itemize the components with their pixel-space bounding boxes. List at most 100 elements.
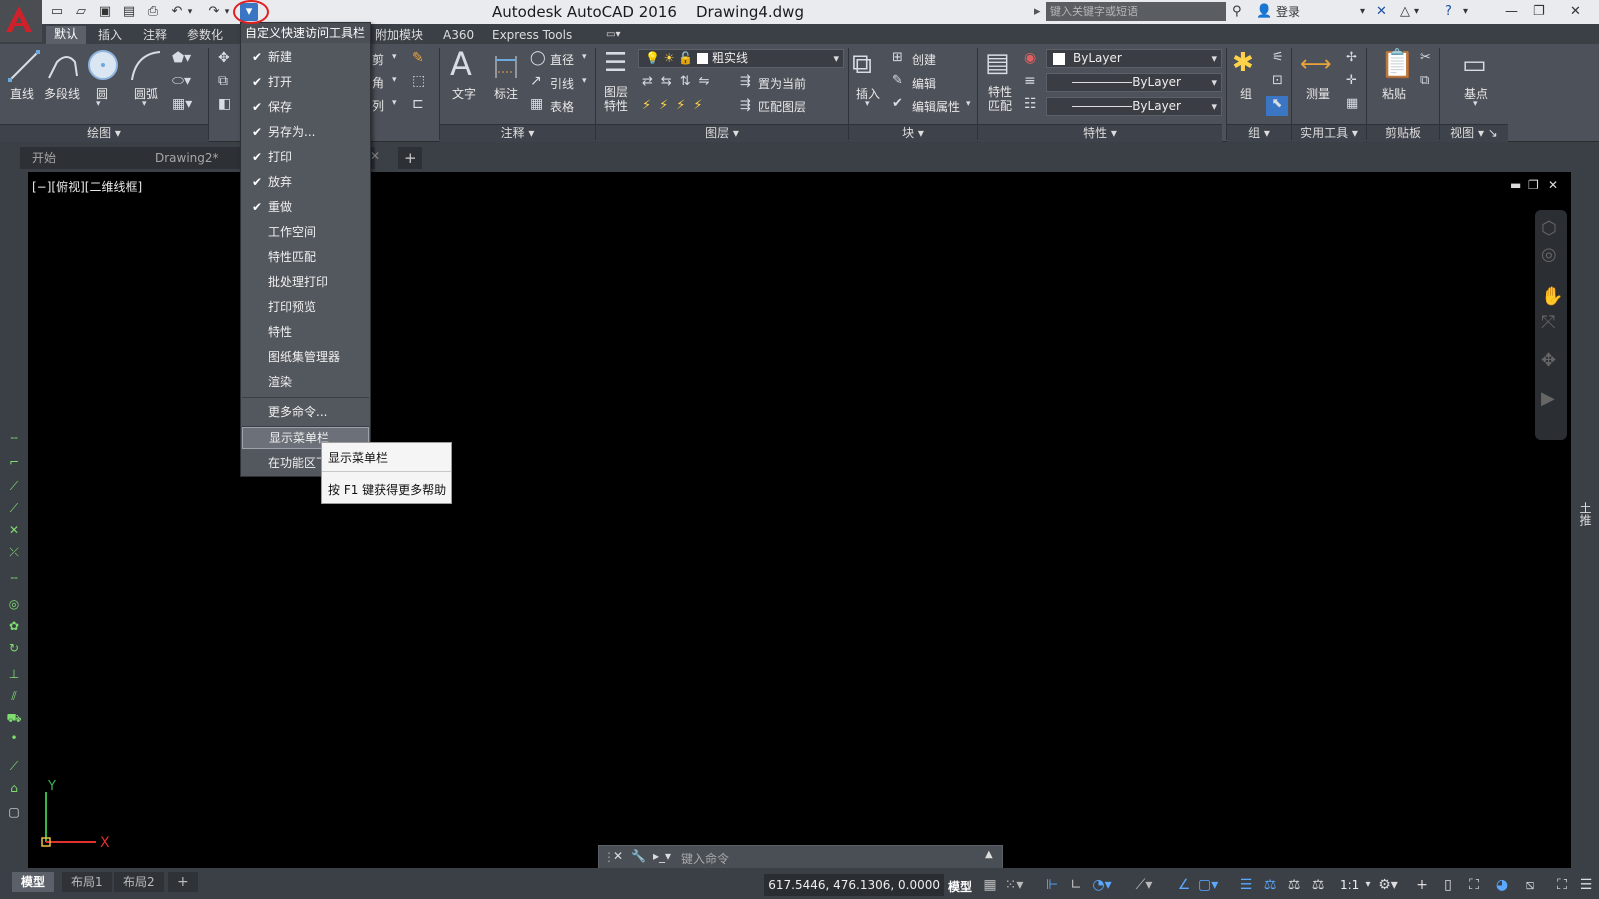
- array-dropdown-icon[interactable]: ▾: [392, 98, 397, 108]
- table-label[interactable]: 表格: [550, 98, 574, 115]
- menu-item-open[interactable]: ✔ 打开: [242, 70, 369, 95]
- diameter-dropdown-icon[interactable]: ▾: [582, 52, 587, 62]
- block-left-icon[interactable]: ⛟: [6, 710, 22, 726]
- menu-item-save-as[interactable]: ✔ 另存为...: [242, 120, 369, 145]
- point-icon[interactable]: ✢: [1346, 50, 1357, 65]
- text-tool-icon[interactable]: A: [450, 46, 472, 82]
- binoculars-icon[interactable]: ⚲: [1232, 2, 1242, 22]
- edit-block-icon[interactable]: ✎: [892, 73, 903, 88]
- copy-icon[interactable]: ⧉: [218, 73, 228, 89]
- edit-attribute-label[interactable]: 编辑属性: [912, 98, 960, 115]
- group-select-icon[interactable]: ⬉: [1266, 96, 1288, 116]
- viewport-close-icon[interactable]: ✕: [1548, 178, 1558, 192]
- menu-item-sheetset-manager[interactable]: 图纸集管理器: [242, 345, 369, 370]
- cloud-left-icon[interactable]: ✿: [6, 618, 22, 634]
- hatch-left-icon[interactable]: ⫽: [6, 688, 22, 704]
- arc-tool-icon[interactable]: [128, 48, 164, 84]
- undo-dropdown-icon[interactable]: ▾: [185, 3, 195, 21]
- new-file-icon[interactable]: ▭: [48, 3, 66, 21]
- tab-parametric[interactable]: 参数化: [187, 27, 223, 43]
- circle-dropdown-icon[interactable]: ▾: [96, 99, 101, 109]
- help-icon[interactable]: ?: [1445, 2, 1452, 22]
- point-left-icon[interactable]: •: [6, 730, 22, 746]
- fillet-dropdown-icon[interactable]: ▾: [392, 75, 397, 85]
- model-space-toggle[interactable]: 模型: [948, 878, 972, 895]
- menu-item-render[interactable]: 渲染: [242, 370, 369, 395]
- offset-icon[interactable]: ⊏: [412, 96, 424, 112]
- annotation-monitor-icon[interactable]: +: [1412, 875, 1432, 895]
- view-panel-footer[interactable]: 视图 ▾ ↘: [1440, 124, 1508, 142]
- ortho-icon[interactable]: ∟: [1066, 875, 1086, 895]
- dimension-tool-icon[interactable]: [492, 50, 520, 80]
- autoscale-icon[interactable]: ⚖: [1308, 875, 1328, 895]
- lineweight-dropdown[interactable]: ByLayer: [1046, 97, 1222, 116]
- quick-properties-icon[interactable]: ⛶: [1464, 875, 1484, 895]
- leader-icon[interactable]: ↗: [530, 73, 542, 89]
- layout-tab-layout1[interactable]: 布局1: [62, 872, 112, 892]
- color-dropdown[interactable]: ByLayer: [1046, 49, 1222, 68]
- search-expand-icon[interactable]: ▸: [1034, 2, 1041, 22]
- group-edit-icon[interactable]: ⊡: [1272, 73, 1283, 88]
- command-input[interactable]: 键入命令: [681, 850, 729, 867]
- annotation-scale-value[interactable]: 1:1: [1340, 878, 1359, 892]
- minimize-icon[interactable]: —: [1505, 2, 1518, 22]
- annotation-panel-footer[interactable]: 注释 ▾: [440, 124, 595, 142]
- pan-icon[interactable]: ✋: [1541, 286, 1563, 307]
- coordinates-readout[interactable]: 617.5446, 476.1306, 0.0000: [764, 874, 944, 896]
- cmd-close-icon[interactable]: ✕: [613, 849, 623, 863]
- color-wheel-icon[interactable]: ◉: [1024, 50, 1036, 66]
- polyline-tool-icon[interactable]: [45, 48, 81, 84]
- set-current-icon[interactable]: ⇶: [740, 74, 751, 89]
- stretch-icon[interactable]: ◧: [218, 96, 231, 112]
- table-left-icon[interactable]: ⌂: [6, 780, 22, 796]
- linetype-dropdown[interactable]: ByLayer: [1046, 73, 1222, 92]
- units-icon[interactable]: ▯: [1438, 875, 1458, 895]
- set-current-label[interactable]: 置为当前: [758, 75, 806, 92]
- customize-status-icon[interactable]: ☰: [1576, 875, 1596, 895]
- annotation-scale-icon[interactable]: ⚖: [1260, 875, 1280, 895]
- group-icon[interactable]: ✱: [1232, 48, 1254, 78]
- search-input[interactable]: 键入关键字或短语: [1046, 2, 1226, 21]
- paste-icon[interactable]: 📋: [1380, 48, 1415, 80]
- workspace-gear-icon[interactable]: ⚙▾: [1378, 875, 1398, 895]
- new-tab-icon[interactable]: +: [398, 147, 422, 169]
- draw-panel-footer[interactable]: 绘图 ▾: [0, 124, 208, 142]
- menu-item-batch-plot[interactable]: 批处理打印: [242, 270, 369, 295]
- layer-dropdown[interactable]: 💡 ☀ 🔓 粗实线: [638, 49, 844, 68]
- polar-icon[interactable]: ◔▾: [1092, 875, 1112, 895]
- menu-item-workspace[interactable]: 工作空间: [242, 220, 369, 245]
- match-layer-label[interactable]: 匹配图层: [758, 98, 806, 115]
- utilities-panel-footer[interactable]: 实用工具 ▾: [1292, 124, 1366, 142]
- lineweight-status-icon[interactable]: ☰: [1236, 875, 1256, 895]
- tab-annotate[interactable]: 注释: [143, 27, 167, 43]
- block-panel-footer[interactable]: 块 ▾: [849, 124, 977, 142]
- insert-dropdown-icon[interactable]: ▾: [865, 99, 870, 109]
- clean-screen-icon[interactable]: ⛶: [1552, 875, 1572, 895]
- zoom-extents-icon[interactable]: ⤧: [1541, 312, 1555, 333]
- layers-panel-footer[interactable]: 图层 ▾: [596, 124, 848, 142]
- menu-item-redo[interactable]: ✔ 重做: [242, 195, 369, 220]
- showmotion-icon[interactable]: ▶: [1541, 388, 1555, 409]
- tab-express-tools[interactable]: Express Tools: [492, 27, 572, 43]
- file-tab-start[interactable]: 开始: [20, 147, 144, 169]
- cmd-history-icon[interactable]: ▲: [985, 849, 993, 860]
- close-tab-icon[interactable]: ✕: [370, 149, 380, 163]
- text-left-icon[interactable]: ▢: [6, 804, 22, 820]
- ellipse-left-icon[interactable]: ⊥: [6, 666, 22, 682]
- tab-addins[interactable]: 附加模块: [375, 27, 423, 43]
- signin-link[interactable]: 登录: [1276, 2, 1300, 22]
- layout-tab-layout2[interactable]: 布局2: [114, 872, 164, 892]
- leader-label[interactable]: 引线: [550, 75, 574, 92]
- viewport-minimize-icon[interactable]: ▬: [1510, 178, 1521, 192]
- exchange-icon[interactable]: ✕: [1376, 2, 1387, 22]
- menu-item-save[interactable]: ✔ 保存: [242, 95, 369, 120]
- clipboard-panel-footer[interactable]: 剪贴板: [1367, 124, 1439, 142]
- edit-attribute-dropdown-icon[interactable]: ▾: [966, 99, 971, 109]
- region-left-icon[interactable]: ⟋: [6, 758, 22, 774]
- menu-item-match-properties[interactable]: 特性匹配: [242, 245, 369, 270]
- ray-left-icon[interactable]: ⟋: [6, 478, 22, 494]
- arc-dropdown-icon[interactable]: ▾: [142, 99, 147, 109]
- properties-panel-footer[interactable]: 特性 ▾: [978, 124, 1222, 142]
- line-left-icon[interactable]: ╌: [6, 430, 22, 446]
- a360-dropdown-icon[interactable]: ▾: [1414, 2, 1419, 22]
